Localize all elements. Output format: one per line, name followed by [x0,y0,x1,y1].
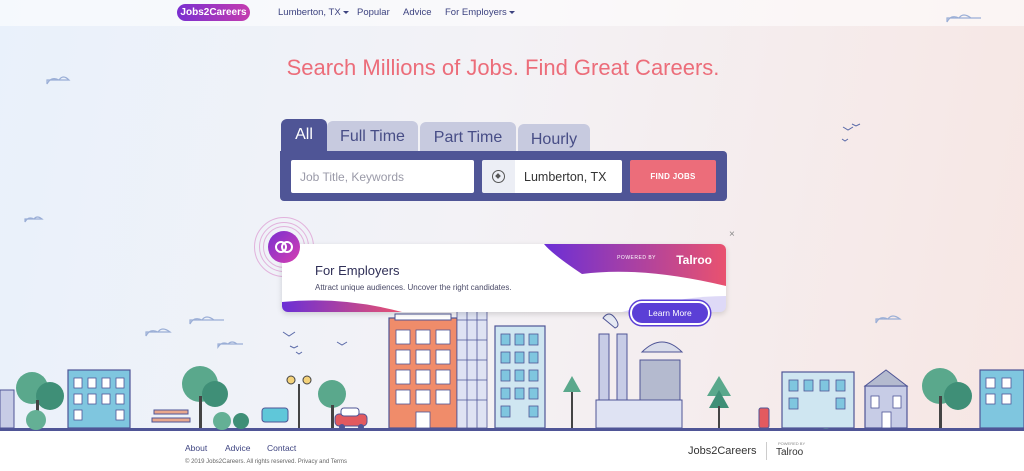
chain-link-icon [275,241,293,253]
footer-brand-logo: Jobs2Careers [688,445,757,457]
cloud-icon [189,316,224,325]
powered-by-label: POWERED BY [617,255,656,261]
search-panel: FIND JOBS [280,151,727,201]
location-input[interactable] [515,160,622,193]
location-compass-icon [482,160,515,193]
footer-link-about[interactable]: About [185,443,207,453]
cloud-icon [946,14,981,23]
card-title: For Employers [315,263,400,278]
tab-all[interactable]: All [281,119,327,155]
find-jobs-button[interactable]: FIND JOBS [630,160,716,193]
copyright-text: © 2019 Jobs2Careers. All rights reserved… [185,459,348,465]
footer [0,431,1024,471]
talroo-logo: Talroo [676,253,712,267]
footer-divider [766,442,767,460]
footer-link-advice[interactable]: Advice [225,443,251,453]
footer-link-contact[interactable]: Contact [267,443,296,453]
card-subtitle: Attract unique audiences. Uncover the ri… [315,283,512,292]
footer-powered-by: POWERED BY [778,441,806,446]
footer-talroo-logo: Talroo [776,447,804,458]
keyword-input[interactable] [291,160,474,193]
cloud-icon [875,315,902,324]
page-headline: Search Millions of Jobs. Find Great Care… [286,55,720,80]
cloud-icon [24,216,44,223]
cloud-icon [217,341,243,349]
cloud-icon [145,328,172,337]
learn-more-button[interactable]: Learn More [630,301,710,325]
close-icon[interactable]: × [729,229,735,240]
employers-link-icon [268,231,300,263]
